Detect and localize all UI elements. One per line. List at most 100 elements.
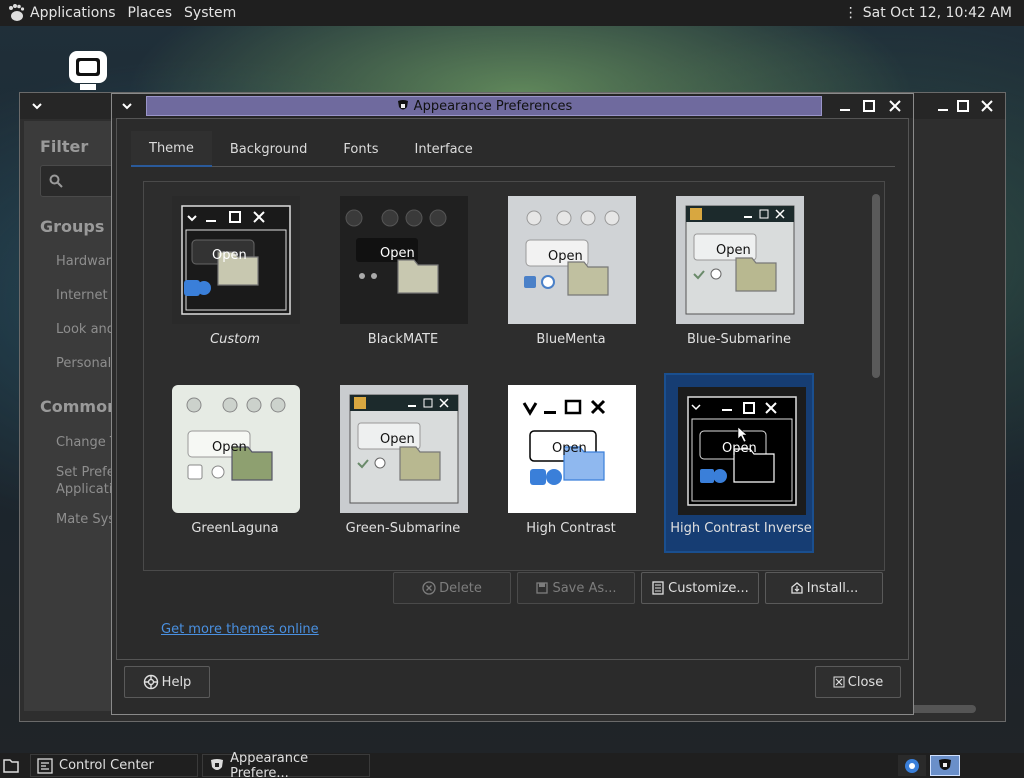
delete-button[interactable]: Delete [393,572,511,604]
theme-preview: Open [676,196,804,324]
theme-name: High Contrast [526,521,616,536]
theme-preview-open-label: Open [212,440,247,455]
close-label: Close [847,674,884,690]
theme-name: BlueMenta [536,332,606,347]
workspace-1[interactable] [898,755,926,776]
tab-interface[interactable]: Interface [396,131,490,167]
group-item[interactable]: Personal [56,356,111,371]
filter-search-input[interactable] [40,165,120,197]
search-icon [49,174,63,188]
help-icon [143,674,158,690]
theme-preview: Open [340,385,468,513]
taskbar-control-center[interactable]: Control Center [30,754,198,777]
theme-preview-open-label: Open [548,249,583,264]
theme-preview: Open [508,385,636,513]
window-menu-icon[interactable] [118,97,136,115]
show-desktop-icon[interactable] [2,756,20,774]
minimize-icon[interactable] [934,97,952,115]
places-menu[interactable]: Places [122,0,179,26]
bottom-panel: Control Center Appearance Prefere... [0,750,1024,778]
theme-item-greenlaguna[interactable]: Open GreenLaguna [160,373,310,553]
system-menu[interactable]: System [178,0,242,26]
theme-name: GreenLaguna [191,521,279,536]
group-item[interactable]: Hardware [56,254,119,269]
dialog-titlebar: Appearance Preferences [112,94,913,118]
tab-label: Theme [149,140,194,156]
applications-label: Applications [30,5,116,21]
help-label: Help [161,674,192,690]
theme-preview-open-label: Open [380,246,415,261]
theme-item-bluementa[interactable]: Open BlueMenta [496,184,646,364]
theme-item-green-submarine[interactable]: Open Green-Submarine [328,373,478,553]
theme-preview: Open [678,387,806,515]
dialog-title: Appearance Preferences [413,98,573,114]
common-task-item[interactable]: Applicati [56,482,112,497]
close-icon[interactable] [978,97,996,115]
panel-handle-icon: ⋮ [843,5,858,21]
filter-heading: Filter [40,137,89,156]
close-button[interactable]: Close [815,666,901,698]
common-task-item[interactable]: Set Prefe [56,465,115,480]
theme-preview: Open [508,196,636,324]
applications-menu[interactable]: Applications [0,0,122,26]
theme-grid: Open Custom Open BlackMATE Open BlueMenta Open… [143,181,885,571]
tab-fonts[interactable]: Fonts [325,131,396,167]
control-center-icon [37,757,53,774]
preferences-notebook: Theme Background Fonts Interface Open Cus… [116,118,909,660]
clock[interactable]: Sat Oct 12, 10:42 AM [863,5,1012,21]
theme-name: BlackMATE [367,332,439,347]
computer-desktop-icon[interactable] [66,48,110,92]
maximize-icon[interactable] [954,97,972,115]
theme-item-custom[interactable]: Open Custom [160,184,310,364]
theme-preview-open-label: Open [722,441,757,456]
theme-item-high-contrast[interactable]: Open High Contrast [496,373,646,553]
system-label: System [184,5,237,21]
install-button[interactable]: Install... [765,572,883,604]
install-icon [791,582,803,594]
tab-background[interactable]: Background [212,131,326,167]
get-more-themes-link[interactable]: Get more themes online [161,622,319,637]
appearance-preferences-dialog: Appearance Preferences Theme Background … [111,93,914,715]
appearance-app-icon [397,100,408,110]
gnome-foot-icon [9,4,25,21]
theme-preview: Open [340,196,468,324]
theme-item-blue-submarine[interactable]: Open Blue-Submarine [664,184,814,364]
theme-item-high-contrast-inverse[interactable]: Open High Contrast Inverse [664,373,814,553]
theme-preview: Open [172,196,300,324]
maximize-icon[interactable] [860,97,878,115]
dialog-title-bar-label[interactable]: Appearance Preferences [146,96,822,116]
theme-preview-open-label: Open [380,432,415,447]
group-item[interactable]: Look and [56,322,115,337]
close-icon [833,676,845,688]
browser-icon [905,758,919,773]
save-as-button[interactable]: Save As... [517,572,635,604]
theme-name: Blue-Submarine [686,332,792,347]
save-icon [536,582,549,594]
install-label: Install... [806,580,859,596]
task-label: Control Center [59,758,154,773]
tab-bar: Theme Background Fonts Interface [131,131,895,167]
customize-button[interactable]: Customize... [641,572,759,604]
tab-theme[interactable]: Theme [131,131,212,167]
workspace-2[interactable] [930,755,960,776]
customize-icon [652,581,664,595]
theme-item-blackmate[interactable]: Open BlackMATE [328,184,478,364]
minimize-icon[interactable] [836,97,854,115]
theme-grid-scrollbar[interactable] [872,194,880,378]
theme-name: Green-Submarine [345,521,461,536]
groups-heading: Groups [40,217,105,236]
delete-icon [422,581,436,595]
window-menu-icon[interactable] [28,97,46,115]
customize-label: Customize... [668,580,749,596]
save-as-label: Save As... [552,580,617,596]
theme-name: High Contrast Inverse [670,521,812,536]
top-panel: Applications Places System ⋮ Sat Oct 12,… [0,0,1024,26]
close-icon[interactable] [886,97,904,115]
tab-label: Fonts [343,141,379,157]
tab-label: Background [229,141,308,157]
help-button[interactable]: Help [124,666,210,698]
common-task-item[interactable]: Change T [56,435,118,450]
taskbar-appearance-preferences[interactable]: Appearance Prefere... [202,750,370,778]
theme-preview: Open [172,385,300,513]
task-label: Appearance Prefere... [230,750,309,778]
